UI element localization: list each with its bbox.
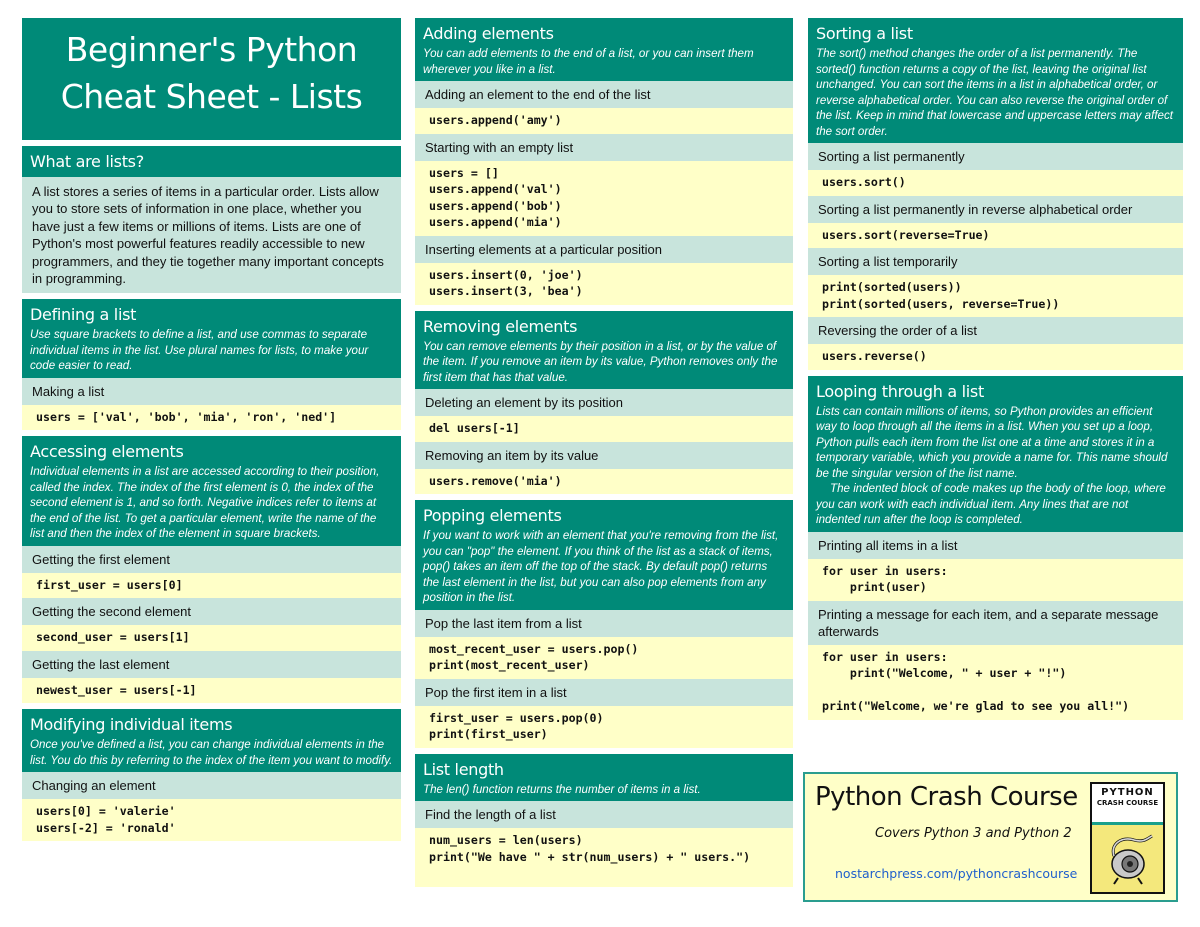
book-cover-title: PYTHON CRASH COURSE: [1092, 784, 1163, 825]
section-description: If you want to work with an element that…: [423, 529, 779, 604]
example-label: Reversing the order of a list: [808, 317, 1183, 344]
section-heading: Modifying individual items: [30, 715, 233, 735]
code-example: users.remove('mia'): [415, 468, 793, 494]
example-label: Deleting an element by its position: [415, 389, 793, 416]
section-heading: Sorting a list: [816, 24, 913, 43]
section-header: List length The len() function returns th…: [415, 753, 793, 801]
column-2: Adding elements You can add elements to t…: [415, 18, 793, 893]
example-label: Getting the second element: [22, 598, 401, 626]
section-adding: Adding elements You can add elements to t…: [415, 18, 793, 305]
column-3: Sorting a list The sort() method changes …: [808, 18, 1183, 726]
code-example: del users[-1]: [415, 416, 793, 442]
code-example: users = ['val', 'bob', 'mia', 'ron', 'ne…: [22, 404, 401, 431]
example-label: Find the length of a list: [415, 801, 793, 828]
snake-robot-illustration: [1111, 834, 1153, 885]
section-description: Individual elements in a list are access…: [30, 465, 380, 541]
code-example: newest_user = users[-1]: [22, 677, 401, 704]
code-example: for user in users: print("Welcome, " + u…: [808, 644, 1183, 720]
code-example: most_recent_user = users.pop() print(mos…: [415, 636, 793, 679]
column-1: Beginner's Python Cheat Sheet - Lists Wh…: [22, 18, 401, 847]
section-description: Lists can contain millions of items, so …: [816, 404, 1168, 480]
book-cover-image: PYTHON CRASH COURSE: [1090, 782, 1165, 894]
section-header: Removing elements You can remove elements…: [415, 310, 793, 389]
promo-title: Python Crash Course: [815, 782, 1078, 812]
code-example: users[0] = 'valerie' users[-2] = 'ronald…: [22, 799, 401, 842]
section-description: Once you've defined a list, you can chan…: [30, 738, 393, 767]
example-label: Pop the last item from a list: [415, 609, 793, 637]
example-label: Printing all items in a list: [808, 531, 1183, 559]
promo-link[interactable]: nostarchpress.com/pythoncrashcourse: [835, 866, 1077, 881]
code-example: users.sort(): [808, 170, 1183, 196]
page-title: Beginner's Python Cheat Sheet - Lists: [22, 18, 401, 140]
section-heading: What are lists?: [30, 152, 144, 171]
code-example: num_users = len(users) print("We have " …: [415, 828, 793, 887]
title-line-1: Beginner's Python: [65, 30, 358, 69]
code-example: first_user = users.pop(0) print(first_us…: [415, 705, 793, 748]
section-heading: Defining a list: [30, 305, 137, 325]
section-header: Looping through a list Lists can contain …: [808, 375, 1183, 532]
section-header: Modifying individual items Once you've de…: [22, 709, 401, 773]
example-label: Pop the first item in a list: [415, 678, 793, 706]
code-example: for user in users: print(user): [808, 558, 1183, 601]
section-body: A list stores a series of items in a par…: [22, 177, 401, 294]
section-heading: Accessing elements: [30, 442, 184, 462]
promo-subtitle: Covers Python 3 and Python 2: [875, 826, 1072, 841]
code-example: first_user = users[0]: [22, 572, 401, 599]
section-length: List length The len() function returns th…: [415, 753, 793, 887]
example-label: Adding an element to the end of the list: [415, 81, 793, 108]
code-example: second_user = users[1]: [22, 625, 401, 651]
book-title-line-1: PYTHON: [1101, 787, 1154, 798]
section-heading: Adding elements: [423, 24, 554, 43]
section-accessing: Accessing elements Individual elements in…: [22, 436, 401, 704]
example-label: Removing an item by its value: [415, 441, 793, 469]
example-label: Making a list: [22, 377, 401, 405]
book-title-line-2: CRASH COURSE: [1096, 799, 1159, 807]
section-modifying: Modifying individual items Once you've de…: [22, 709, 401, 842]
code-example: users.insert(0, 'joe') users.insert(3, '…: [415, 262, 793, 305]
section-what-are-lists: What are lists? A list stores a series o…: [22, 146, 401, 294]
section-popping: Popping elements If you want to work with…: [415, 500, 793, 748]
section-description: Use square brackets to define a list, an…: [30, 328, 369, 373]
code-example: users.reverse(): [808, 344, 1183, 370]
section-removing: Removing elements You can remove elements…: [415, 310, 793, 494]
example-label: Printing a message for each item, and a …: [808, 600, 1183, 645]
code-example: print(sorted(users)) print(sorted(users,…: [808, 275, 1183, 317]
section-heading: Popping elements: [423, 506, 562, 525]
title-line-2: Cheat Sheet - Lists: [60, 77, 363, 116]
section-heading: Looping through a list: [816, 381, 984, 401]
example-label: Sorting a list temporarily: [808, 248, 1183, 275]
example-label: Inserting elements at a particular posit…: [415, 235, 793, 263]
example-label: Changing an element: [22, 772, 401, 800]
section-defining: Defining a list Use square brackets to de…: [22, 299, 401, 431]
example-label: Starting with an empty list: [415, 133, 793, 161]
section-heading: List length: [423, 759, 504, 779]
section-description: You can add elements to the end of a lis…: [423, 47, 754, 76]
book-promo: Python Crash Course Covers Python 3 and …: [803, 772, 1178, 902]
code-example: users.append('amy'): [415, 108, 793, 134]
section-header: What are lists?: [22, 146, 401, 177]
example-label: Getting the last element: [22, 650, 401, 678]
section-header: Accessing elements Individual elements in…: [22, 436, 401, 546]
example-label: Sorting a list permanently in reverse al…: [808, 195, 1183, 223]
code-example: users = [] users.append('val') users.app…: [415, 160, 793, 236]
section-heading: Removing elements: [423, 316, 578, 336]
section-description: You can remove elements by their positio…: [423, 339, 778, 384]
section-header: Adding elements You can add elements to t…: [415, 18, 793, 81]
section-sorting: Sorting a list The sort() method changes …: [808, 18, 1183, 370]
section-description: The sort() method changes the order of a…: [816, 47, 1174, 138]
section-description-2: The indented block of code makes up the …: [816, 482, 1166, 526]
section-header: Defining a list Use square brackets to de…: [22, 299, 401, 378]
code-example: users.sort(reverse=True): [808, 222, 1183, 248]
example-label: Getting the first element: [22, 545, 401, 573]
example-label: Sorting a list permanently: [808, 143, 1183, 170]
section-header: Popping elements If you want to work with…: [415, 500, 793, 610]
section-header: Sorting a list The sort() method changes …: [808, 18, 1183, 143]
section-looping: Looping through a list Lists can contain …: [808, 375, 1183, 720]
section-description: The len() function returns the number of…: [423, 782, 701, 796]
